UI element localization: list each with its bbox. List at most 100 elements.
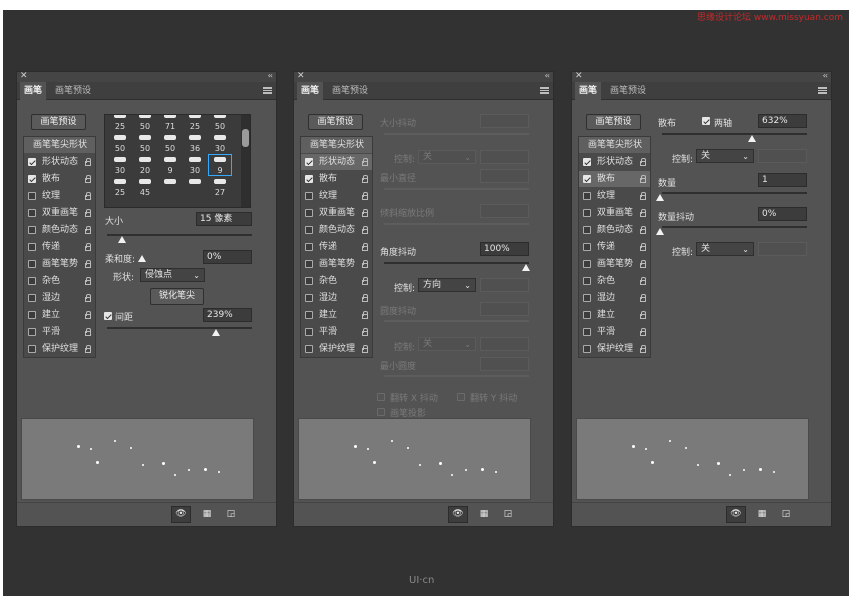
lock-icon[interactable] (640, 311, 646, 319)
lock-icon[interactable] (85, 328, 91, 336)
close-icon[interactable]: ✕ (575, 72, 583, 81)
list-item[interactable]: 画笔笔尖形状 (579, 137, 650, 153)
checkbox[interactable] (28, 311, 36, 319)
checkbox[interactable] (583, 158, 591, 166)
toggle-live-tip-icon[interactable]: 👁 (171, 506, 191, 523)
tilt-scale-field[interactable] (480, 204, 529, 218)
checkbox[interactable] (305, 311, 313, 319)
list-item[interactable]: 画笔笔势 (24, 256, 95, 272)
hardness-slider-knob[interactable] (138, 255, 146, 262)
brush-tip-cell[interactable]: 50 (109, 133, 131, 153)
brush-tip-cell[interactable]: 50 (134, 115, 156, 131)
sharpen-tip-button[interactable]: 锐化笔尖 (150, 288, 204, 305)
list-item[interactable]: 画笔笔势 (579, 256, 650, 272)
brush-tip-cell[interactable]: 20 (134, 155, 156, 175)
spacing-slider[interactable] (107, 327, 252, 329)
count-knob[interactable] (656, 194, 664, 201)
list-item[interactable]: 湿边 (24, 290, 95, 306)
checkbox[interactable] (305, 192, 313, 200)
toggle-live-tip-icon[interactable]: 👁 (726, 506, 746, 523)
list-item[interactable]: 保护纹理 (24, 341, 95, 357)
list-item[interactable]: 传递 (579, 239, 650, 255)
size-jitter-field[interactable] (480, 114, 529, 128)
tab-brush[interactable]: 画笔 (575, 82, 602, 100)
list-item[interactable]: 形状动态 (579, 154, 650, 170)
brush-tip-cell[interactable]: 9 (159, 155, 181, 175)
list-item[interactable]: 散布 (24, 171, 95, 187)
lock-icon[interactable] (640, 158, 646, 166)
list-item[interactable]: 传递 (301, 239, 372, 255)
count-control-field[interactable] (758, 242, 807, 256)
brush-projection-checkbox[interactable] (377, 408, 385, 416)
list-item[interactable]: 颜色动态 (24, 222, 95, 238)
lock-icon[interactable] (85, 175, 91, 183)
checkbox[interactable] (28, 243, 36, 251)
checkbox[interactable] (583, 226, 591, 234)
close-icon[interactable]: ✕ (20, 72, 28, 81)
size-slider-knob[interactable] (118, 236, 126, 243)
brush-tip-cell[interactable]: 45 (134, 177, 156, 197)
list-item[interactable]: 传递 (24, 239, 95, 255)
count-control-select[interactable]: 关 ⌄ (696, 242, 754, 256)
brush-tip-cell[interactable]: 27 (209, 177, 231, 197)
checkbox[interactable] (583, 209, 591, 217)
checkbox[interactable] (305, 209, 313, 217)
list-item[interactable]: 颜色动态 (301, 222, 372, 238)
lock-icon[interactable] (640, 243, 646, 251)
list-item[interactable]: 保护纹理 (579, 341, 650, 357)
count-jitter-slider[interactable] (662, 226, 807, 228)
brush-tip-cell[interactable]: 36 (184, 133, 206, 153)
roundness-slider[interactable] (384, 320, 529, 322)
lock-icon[interactable] (362, 226, 368, 234)
brush-tip-cell[interactable]: 30 (184, 155, 206, 175)
list-item[interactable]: 建立 (301, 307, 372, 323)
checkbox[interactable] (28, 158, 36, 166)
checkbox[interactable] (28, 260, 36, 268)
new-preset-icon[interactable]: ◲ (779, 508, 793, 520)
list-item[interactable]: 纹理 (579, 188, 650, 204)
brush-grid-icon[interactable]: ▦ (755, 508, 769, 520)
brush-grid-icon[interactable]: ▦ (200, 508, 214, 520)
scatter-slider[interactable] (662, 133, 807, 135)
lock-icon[interactable] (640, 192, 646, 200)
lock-icon[interactable] (362, 209, 368, 217)
size-control-select[interactable]: 关 ⌄ (418, 150, 476, 164)
list-item[interactable]: 杂色 (24, 273, 95, 289)
tab-brush[interactable]: 画笔 (20, 82, 47, 100)
angle-jitter-field[interactable]: 100% (480, 242, 529, 256)
tab-brush[interactable]: 画笔 (297, 82, 324, 100)
both-axes-checkbox[interactable] (702, 117, 710, 125)
lock-icon[interactable] (85, 345, 91, 353)
count-jitter-field[interactable]: 0% (758, 207, 807, 221)
list-item[interactable]: 保护纹理 (301, 341, 372, 357)
lock-icon[interactable] (640, 277, 646, 285)
brush-tip-cell[interactable] (159, 177, 181, 197)
checkbox[interactable] (28, 345, 36, 353)
brush-tip-cell[interactable]: 71 (159, 115, 181, 131)
lock-icon[interactable] (362, 294, 368, 302)
collapse-icon[interactable]: ‹‹ (823, 72, 829, 80)
lock-icon[interactable] (85, 311, 91, 319)
brush-tip-cell[interactable]: 9 (208, 154, 232, 176)
spacing-slider-knob[interactable] (212, 329, 220, 336)
roundness-jitter-field[interactable] (480, 302, 529, 316)
lock-icon[interactable] (85, 260, 91, 268)
brush-presets-button[interactable]: 画笔预设 (31, 114, 86, 130)
checkbox[interactable] (583, 277, 591, 285)
list-item[interactable]: 建立 (579, 307, 650, 323)
brush-grid-icon[interactable]: ▦ (477, 508, 491, 520)
collapse-icon[interactable]: ‹‹ (268, 72, 274, 80)
min-diameter-slider[interactable] (384, 188, 529, 190)
checkbox[interactable] (305, 345, 313, 353)
list-item[interactable]: 纹理 (301, 188, 372, 204)
tab-brush-presets[interactable]: 画笔预设 (606, 82, 650, 100)
angle-control-select[interactable]: 方向 ⌄ (418, 278, 476, 292)
count-field[interactable]: 1 (758, 173, 807, 187)
checkbox[interactable] (583, 260, 591, 268)
lock-icon[interactable] (640, 345, 646, 353)
spacing-checkbox[interactable] (104, 312, 112, 320)
brush-tip-cell[interactable]: 25 (109, 177, 131, 197)
panel-menu-icon[interactable] (263, 87, 272, 94)
flip-x-checkbox[interactable] (377, 393, 385, 401)
lock-icon[interactable] (85, 158, 91, 166)
